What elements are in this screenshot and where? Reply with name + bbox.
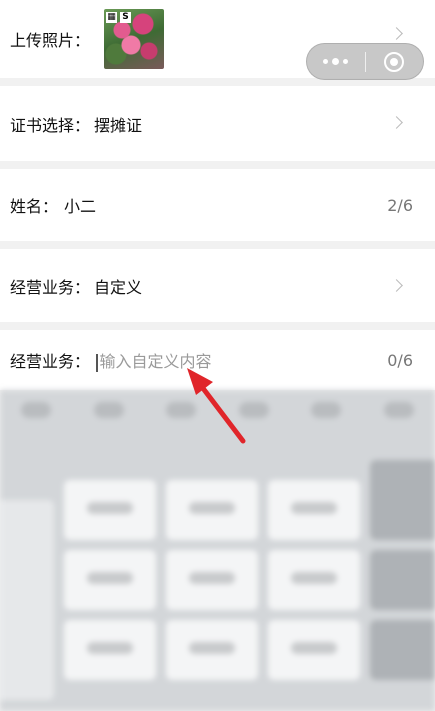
keyboard-key bbox=[268, 550, 360, 610]
custom-business-row[interactable]: 经营业务： 输入自定义内容 0/6 bbox=[0, 330, 435, 390]
name-label: 姓名： bbox=[10, 197, 59, 216]
target-close-icon[interactable] bbox=[365, 51, 423, 72]
business-value: 自定义 bbox=[94, 277, 143, 297]
business-select-row[interactable]: 经营业务： 自定义 bbox=[0, 249, 435, 322]
chevron-right-icon bbox=[390, 27, 403, 40]
custom-business-char-counter: 0/6 bbox=[387, 350, 413, 370]
chevron-right-icon bbox=[390, 116, 403, 129]
keyboard-key bbox=[268, 480, 360, 540]
certificate-select-row[interactable]: 证书选择： 摆摊证 bbox=[0, 86, 435, 161]
soft-keyboard bbox=[0, 390, 435, 711]
keyboard-key bbox=[268, 620, 360, 680]
certificate-value: 摆摊证 bbox=[94, 115, 143, 135]
name-char-counter: 2/6 bbox=[387, 195, 413, 215]
chevron-right-icon bbox=[390, 279, 403, 292]
keyboard-key bbox=[166, 550, 258, 610]
keyboard-key bbox=[370, 460, 435, 540]
custom-business-input[interactable]: 输入自定义内容 bbox=[96, 348, 212, 372]
custom-business-label: 经营业务： bbox=[10, 352, 91, 371]
keyboard-toolbar bbox=[0, 402, 435, 418]
keyboard-key bbox=[166, 480, 258, 540]
upload-photo-label: 上传照片： bbox=[10, 31, 91, 50]
s-badge-icon: S bbox=[120, 12, 132, 23]
photo-thumbnail[interactable]: ▦ S bbox=[104, 9, 165, 69]
more-dots-icon[interactable] bbox=[307, 58, 365, 65]
name-row[interactable]: 姓名： 小二 2/6 bbox=[0, 169, 435, 241]
keyboard-side-panel bbox=[0, 500, 54, 700]
grid-icon: ▦ bbox=[106, 12, 118, 23]
certificate-label: 证书选择： bbox=[10, 115, 91, 135]
custom-business-placeholder: 输入自定义内容 bbox=[99, 352, 212, 371]
keyboard-key bbox=[64, 620, 156, 680]
keyboard-key bbox=[64, 480, 156, 540]
text-cursor bbox=[96, 353, 98, 372]
keyboard-key bbox=[166, 620, 258, 680]
keyboard-key bbox=[370, 620, 435, 680]
keyboard-key bbox=[64, 550, 156, 610]
keyboard-key bbox=[370, 550, 435, 610]
mini-program-capsule bbox=[306, 43, 424, 80]
business-label: 经营业务： bbox=[10, 277, 91, 297]
name-input[interactable]: 小二 bbox=[64, 193, 96, 217]
